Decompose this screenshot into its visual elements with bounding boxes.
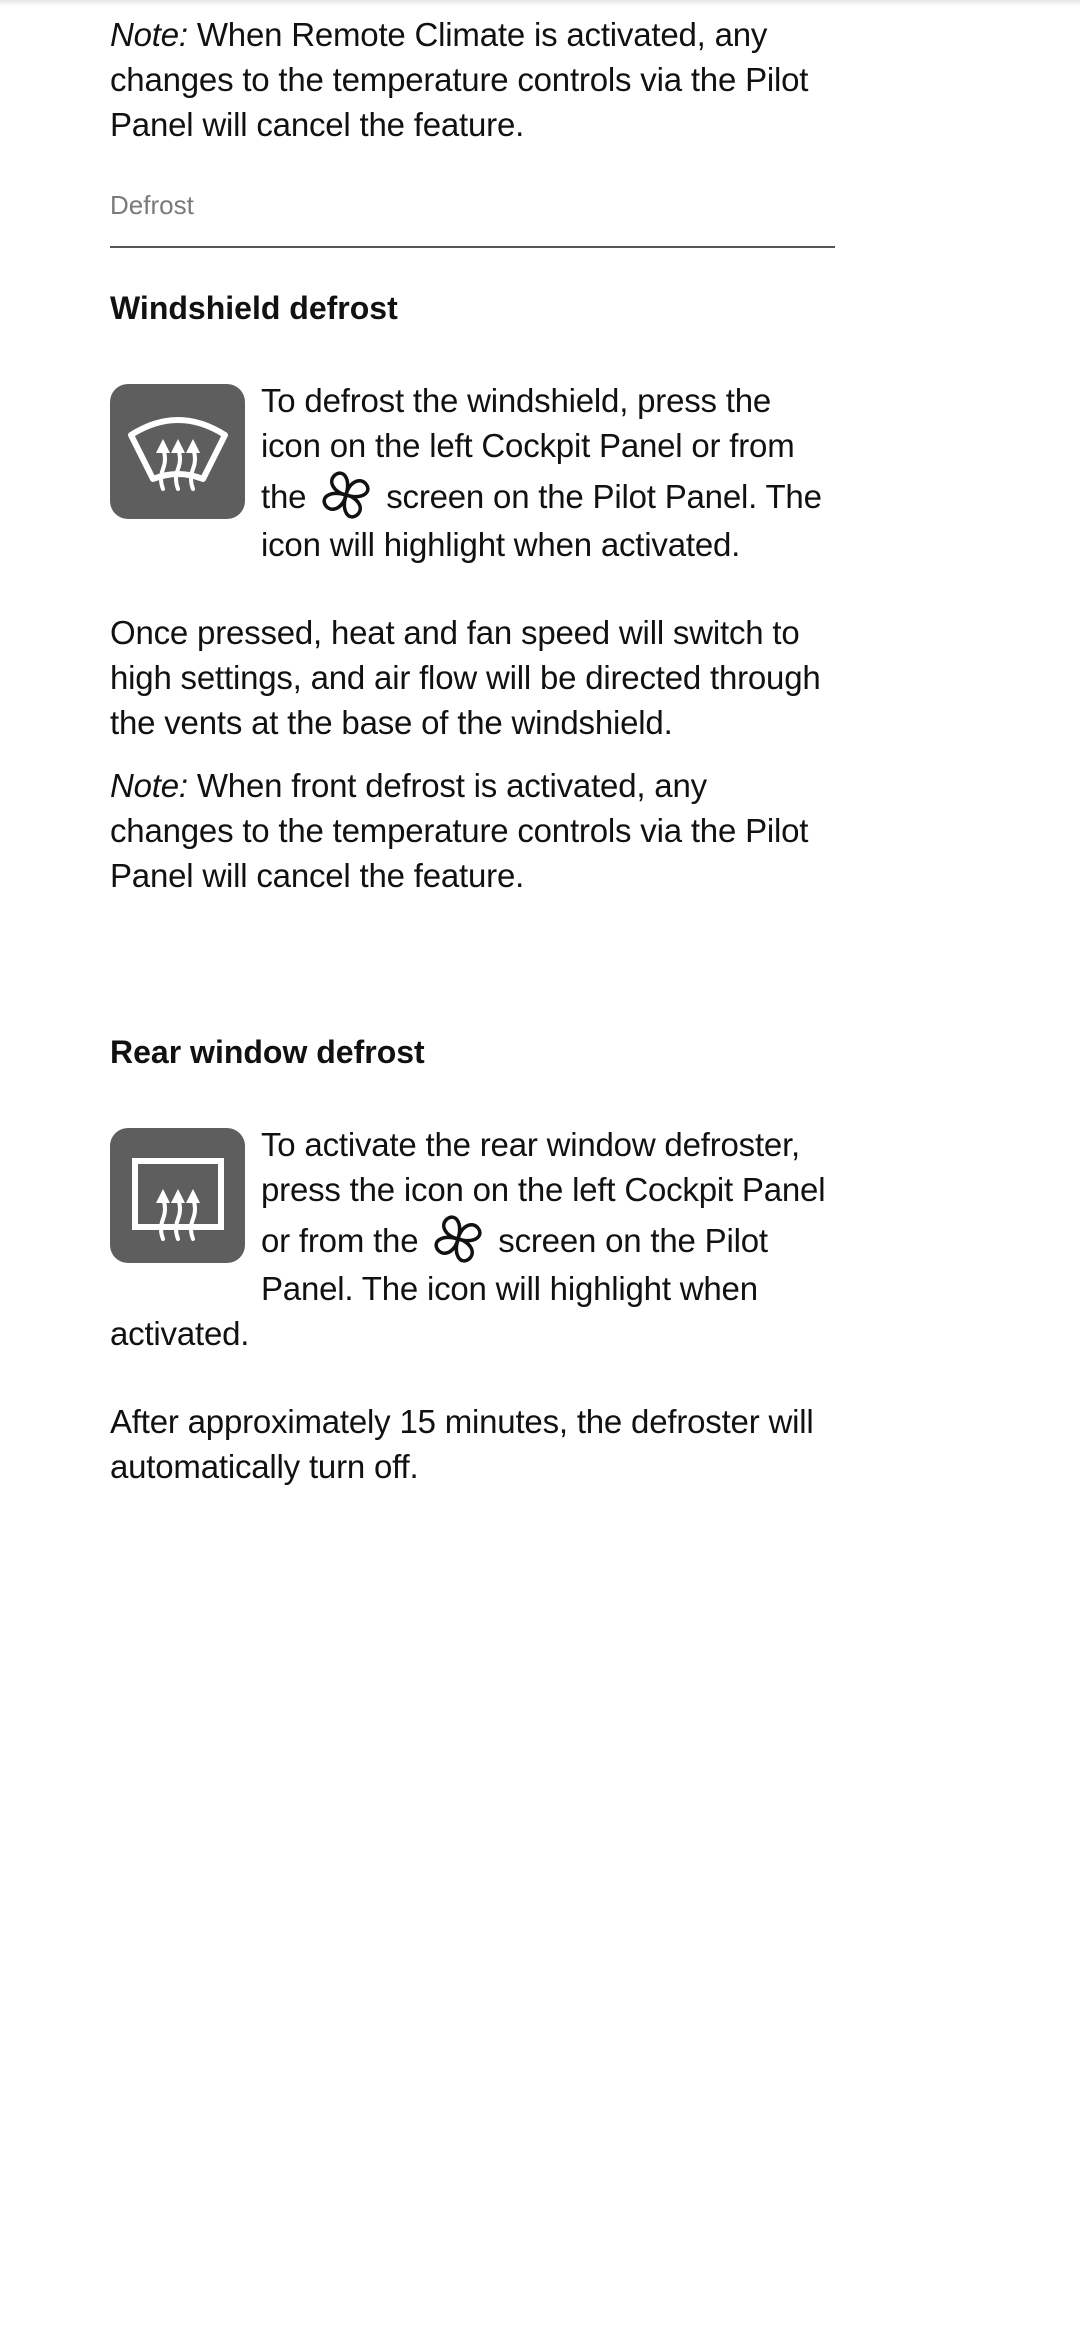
note-label: Note: — [110, 16, 188, 53]
note-label: Note: — [110, 767, 188, 804]
rear-heading: Rear window defrost — [110, 1034, 425, 1070]
windshield-heading: Windshield defrost — [110, 290, 398, 326]
note-text: When Remote Climate is activated, any ch… — [110, 16, 809, 143]
windshield-note: Note: When front defrost is activated, a… — [110, 763, 835, 898]
windshield-section: To defrost the windshield, press the ico… — [110, 378, 835, 898]
fan-icon — [434, 1215, 482, 1263]
windshield-defrost-icon — [110, 384, 245, 519]
rear-section: To activate the rear window defroster, p… — [110, 1122, 835, 1489]
rear-para2: After approximately 15 minutes, the defr… — [110, 1403, 814, 1485]
section-divider — [110, 246, 835, 248]
intro-note: Note: When Remote Climate is activated, … — [110, 12, 835, 147]
fan-icon — [322, 471, 370, 519]
rear-defrost-icon — [110, 1128, 245, 1263]
note-text: When front defrost is activated, any cha… — [110, 767, 809, 894]
top-shadow — [0, 0, 1080, 6]
section-label: Defrost — [110, 190, 194, 220]
windshield-para2: Once pressed, heat and fan speed will sw… — [110, 614, 821, 741]
